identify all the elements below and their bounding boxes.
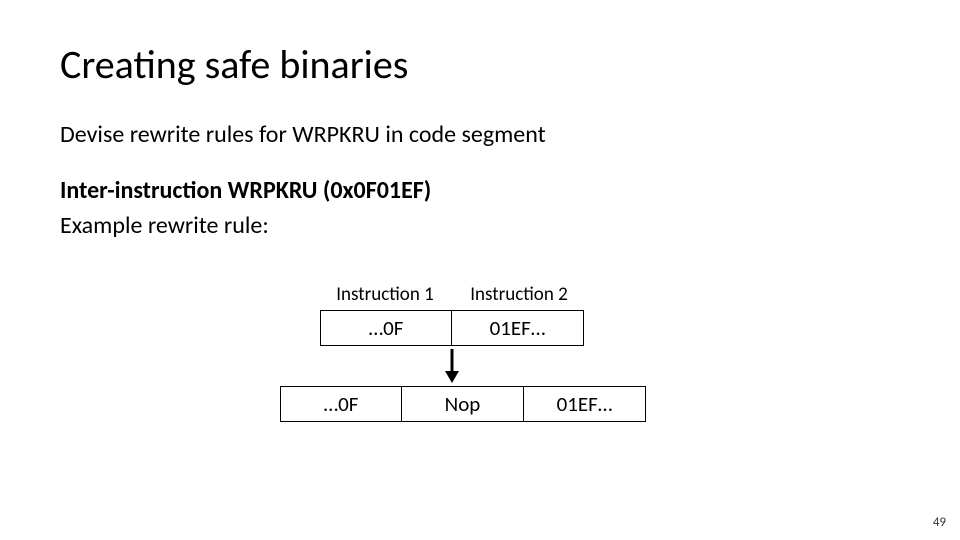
rewrite-arrow xyxy=(320,346,584,386)
slide-title: Creating safe binaries xyxy=(60,40,900,89)
cell-before-2: 01EF… xyxy=(452,310,584,346)
rewrite-diagram: Instruction 1 Instruction 2 …0F 01EF… …0… xyxy=(280,283,690,422)
label-instruction-2: Instruction 2 xyxy=(454,283,584,306)
diagram-row-after: …0F Nop 01EF… xyxy=(280,386,690,422)
cell-after-3: 01EF… xyxy=(524,386,646,422)
body-line-1: Devise rewrite rules for WRPKRU in code … xyxy=(60,119,900,151)
cell-after-2: Nop xyxy=(402,386,524,422)
body-line-3: Example rewrite rule: xyxy=(60,210,900,242)
cell-before-1: …0F xyxy=(320,310,452,346)
page-number: 49 xyxy=(933,515,946,530)
cell-after-1: …0F xyxy=(280,386,402,422)
diagram-labels: Instruction 1 Instruction 2 xyxy=(280,283,690,306)
arrow-down-icon xyxy=(442,347,462,385)
body-line-2: Inter-instruction WRPKRU (0x0F01EF) xyxy=(60,175,900,207)
diagram-row-before: …0F 01EF… xyxy=(320,310,690,346)
label-instruction-1: Instruction 1 xyxy=(320,283,450,306)
body-line-2-strong: Inter-instruction WRPKRU (0x0F01EF) xyxy=(60,176,431,205)
